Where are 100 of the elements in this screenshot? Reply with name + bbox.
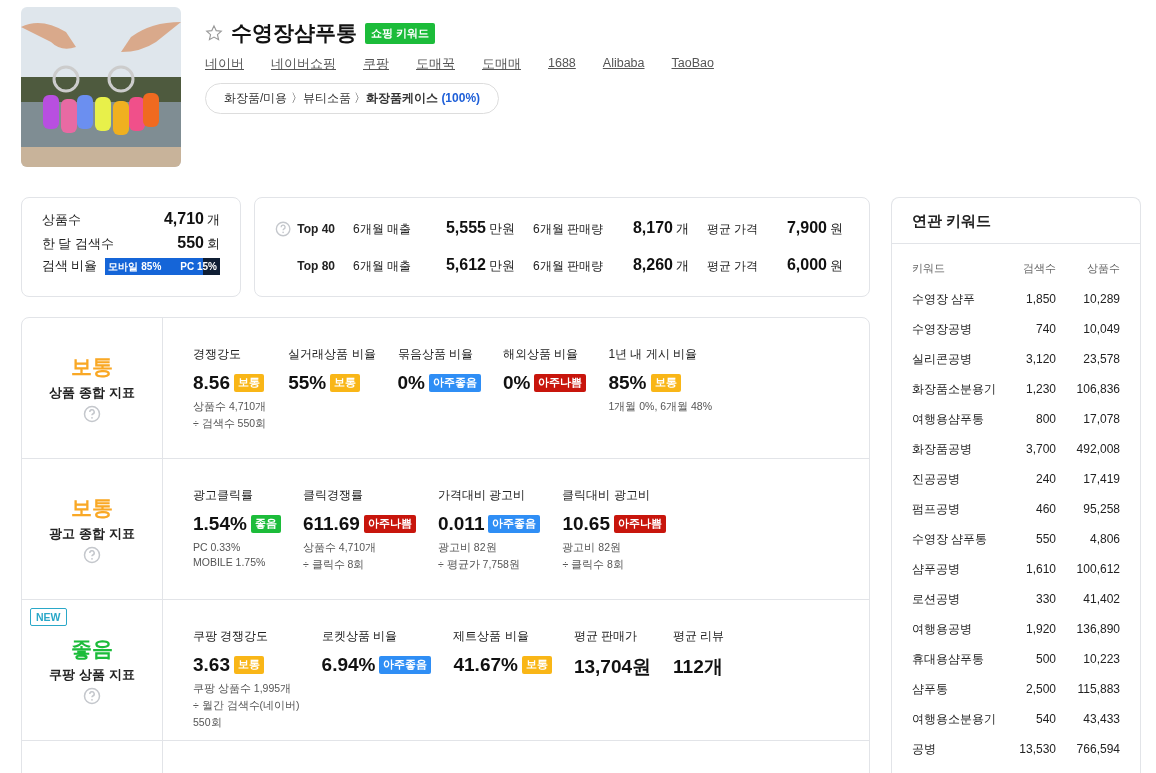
table-cell-text: 136,890 [1075,622,1120,636]
metric-label: 해외상품 비율 [503,346,580,363]
metric-value: 8,260 개 [631,256,689,275]
metric-value: 112개 [673,655,723,679]
metric-value: 8,170 개 [631,219,689,238]
table-cell-text: 500 [1034,652,1056,666]
metric-value: 6.94% [321,654,376,676]
new-tag: NEW [30,608,67,626]
metric-label: 6개월 매출 [353,258,412,275]
table-cell-text: 샴푸공병 [912,560,961,578]
rating-tag: 좋음 [250,515,281,533]
metric-label: 묶음상품 비율 [397,346,474,363]
column-header: 검색수 [1022,262,1056,276]
metric-label: 평균 리뷰 [673,628,725,645]
table-cell-text: 실리콘공병 [912,350,973,368]
metric-value: 0.011 [437,513,485,535]
table-cell-text: 17,419 [1082,472,1120,486]
metric-label: 평균 가격 [707,258,760,275]
metric-value: 6,000 원 [785,256,843,275]
table-cell-text: 800 [1034,412,1056,426]
table-cell-text: 10,049 [1082,322,1120,336]
table-cell-text: 100,612 [1075,562,1120,576]
star-icon[interactable] [205,24,223,42]
metric-note: 쿠팡 상품수 1,995개 [193,682,293,696]
metric-label: 6개월 판매량 [533,258,604,275]
table-cell-text: 766,594 [1075,742,1120,756]
table-cell-text: 740 [1034,322,1056,336]
indicator-title: 쿠팡 상품 지표 [49,666,135,684]
rating-tag: 보통 [234,374,264,392]
metric-label: 경쟁강도 [193,346,242,363]
site-link[interactable]: TaoBao [671,56,714,73]
table-cell-text: 540 [1034,712,1056,726]
table-cell-text: 여행용공병 [912,620,973,638]
table-cell-text: 330 [1034,592,1056,606]
metric-value: 3.63 [193,654,230,676]
metric-value: 1.54% [193,513,247,535]
metric-label: 로켓상품 비율 [321,628,398,645]
metric-note: ÷ 클릭수 8회 [302,558,366,572]
help-icon[interactable] [83,687,101,705]
metric-label: 6개월 판매량 [533,221,604,238]
metric-label: 클릭대비 광고비 [562,487,651,504]
rating-tag: 아주나쁨 [363,515,416,533]
metric-label: 클릭경쟁률 [302,487,364,504]
site-link[interactable]: 도매꾹 [416,56,455,73]
rank-label: Top 80 [297,258,335,273]
help-icon[interactable] [83,546,101,564]
site-link[interactable]: 네이버쇼핑 [271,56,336,73]
metric-label: 6개월 매출 [353,221,412,238]
stat-label: 한 달 검색수 [42,236,114,253]
grade-text: 보통 [71,354,113,380]
panel-title: 연관 키워드 [892,198,1140,244]
rank-label: Top 40 [297,221,335,236]
metric-note: PC 0.33% [193,541,242,553]
table-cell-text: 23,578 [1082,352,1120,366]
table-cell-text: 43,433 [1082,712,1120,726]
site-link[interactable]: 1688 [548,56,576,73]
stat-label: 상품수 [42,212,81,229]
rating-tag: 아주좋음 [429,374,481,392]
table-cell-text: 3,700 [1024,442,1056,456]
rating-tag: 아주나쁨 [534,374,587,392]
table-cell-text: 로션공병 [912,590,961,608]
rating-tag: 보통 [330,374,361,392]
metric-value: 13,704원 [573,655,652,679]
metric-note: ÷ 클릭수 8회 [562,558,625,572]
metric-value: 5,555 만원 [444,219,515,238]
column-header: 키워드 [912,262,946,276]
site-link[interactable]: 도매매 [482,56,521,73]
table-cell-text: 460 [1034,502,1056,516]
metric-value: 85% [608,372,647,394]
table-cell-text: 여행용소분용기 [912,710,997,728]
metric-note: ÷ 검색수 550회 [193,417,267,431]
table-cell-text: 진공공병 [912,470,961,488]
table-cell-text: 10,289 [1082,292,1120,306]
site-link[interactable]: 쿠팡 [363,56,389,73]
table-cell-text: 샴푸통 [912,680,949,698]
metric-note: ÷ 월간 검색수(네이버) [193,699,300,713]
metric-note: MOBILE 1.75% [193,556,267,568]
metric-note: 광고비 82원 [562,541,623,555]
table-cell-text: 1,850 [1024,292,1056,306]
indicator-title: 광고 종합 지표 [49,525,135,543]
keyword-title: 수영장샴푸통 [231,20,357,46]
table-cell-text: 화장품공병 [912,440,973,458]
indicator-title: 상품 종합 지표 [49,384,135,402]
rating-tag: 보통 [650,374,681,392]
site-link[interactable]: Alibaba [602,56,645,73]
table-cell-text: 95,258 [1082,502,1120,516]
table-cell-text: 106,836 [1075,382,1120,396]
rating-tag: 아주좋음 [379,656,432,674]
table-cell-text: 휴대용샴푸통 [912,650,985,668]
table-cell-text: 41,402 [1082,592,1120,606]
metric-value: 611.69 [302,513,360,535]
metric-label: 평균 가격 [707,221,760,238]
metric-label: 실거래상품 비율 [288,346,376,363]
table-cell-text: 240 [1034,472,1056,486]
table-cell-text: 1,920 [1024,622,1056,636]
site-link[interactable]: 네이버 [205,56,244,73]
metric-value: 0% [397,372,425,394]
help-icon[interactable] [83,405,101,423]
table-cell-text: 공병 [912,740,937,758]
help-icon[interactable] [275,219,292,238]
